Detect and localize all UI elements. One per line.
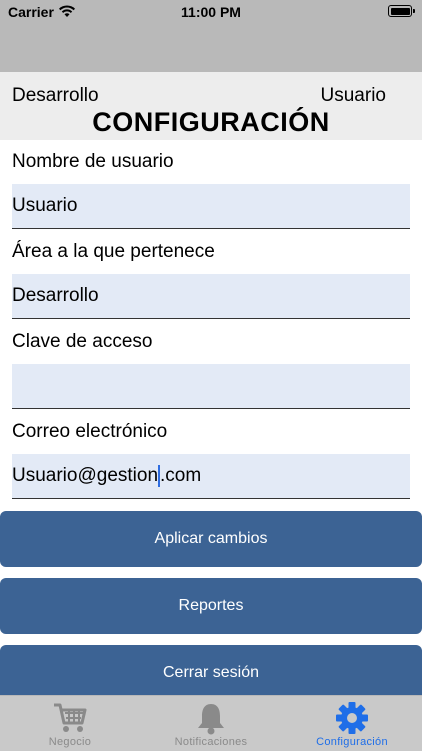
reports-button[interactable]: Reportes bbox=[0, 578, 422, 634]
username-label: Nombre de usuario bbox=[12, 151, 174, 172]
password-field[interactable] bbox=[12, 364, 410, 409]
cart-icon bbox=[52, 701, 88, 738]
username-field[interactable]: Usuario bbox=[12, 184, 410, 229]
tab-configuracion-label: Configuración bbox=[316, 736, 388, 748]
page-header: Desarrollo Usuario CONFIGURACIÓN bbox=[0, 72, 422, 140]
tab-notificaciones-label: Notificaciones bbox=[174, 736, 248, 748]
email-label: Correo electrónico bbox=[12, 421, 168, 442]
logout-button[interactable]: Cerrar sesión bbox=[0, 645, 422, 701]
password-label: Clave de acceso bbox=[12, 331, 153, 352]
page-title: CONFIGURACIÓN bbox=[92, 107, 330, 137]
tab-bar: Negocio Notificaciones Configuración bbox=[0, 695, 422, 751]
tab-notificaciones[interactable]: Notificaciones bbox=[141, 696, 281, 751]
tab-negocio-label: Negocio bbox=[48, 736, 92, 748]
area-label: Área a la que pertenece bbox=[12, 241, 215, 262]
clock: 11:00 PM bbox=[181, 4, 241, 20]
username-value: Usuario bbox=[12, 195, 78, 216]
tab-negocio[interactable]: Negocio bbox=[0, 696, 140, 751]
gear-icon bbox=[334, 701, 370, 738]
battery-icon bbox=[388, 5, 415, 17]
tab-configuracion[interactable]: Configuración bbox=[282, 696, 422, 751]
apply-changes-button[interactable]: Aplicar cambios bbox=[0, 511, 422, 567]
header-user-label: Usuario bbox=[320, 85, 386, 106]
area-field[interactable]: Desarrollo bbox=[12, 274, 410, 319]
email-value-end: .com bbox=[160, 465, 202, 486]
bell-icon bbox=[194, 701, 228, 738]
email-value-start: Usuario@gestion bbox=[12, 465, 159, 486]
email-field[interactable]: Usuario@gestion .com bbox=[12, 454, 410, 499]
header-area-label: Desarrollo bbox=[12, 85, 99, 106]
status-bar: Carrier 11:00 PM bbox=[0, 0, 422, 24]
area-value: Desarrollo bbox=[12, 285, 99, 306]
